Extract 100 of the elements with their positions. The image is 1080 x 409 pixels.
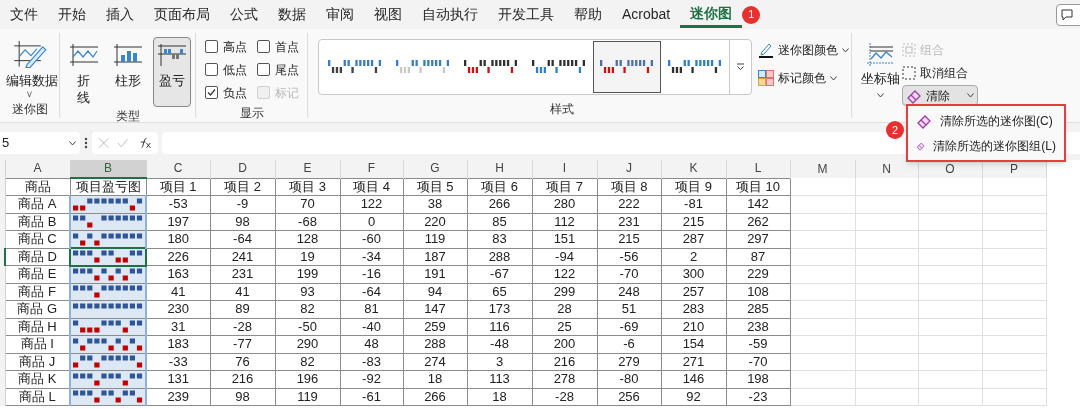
ungroup-button[interactable]: 取消组合 [902,62,978,83]
value-cell: -70 [726,353,790,371]
column-header[interactable]: D [210,160,275,178]
value-cell: 278 [532,370,597,388]
value-cell: 238 [726,318,790,336]
value-cell: 98 [210,388,275,406]
value-cell: 248 [597,283,661,301]
header-cell: 项目 10 [726,178,790,196]
value-cell: 288 [403,335,467,353]
marker-color-button[interactable]: 标记颜色 [758,67,849,89]
header-cell: 项目 2 [210,178,275,196]
value-cell: 89 [210,300,275,318]
value-cell: 2 [661,248,726,266]
value-cell: 287 [661,230,726,248]
value-cell: -33 [146,353,210,371]
header-cell: 项目盈亏图 [70,178,146,196]
checkbox[interactable] [204,63,218,76]
checkbox[interactable] [256,63,270,76]
checkbox-label: 标记 [274,84,299,102]
column-header[interactable]: M [790,160,855,178]
value-cell: -40 [340,318,403,336]
win-loss-sparkline [72,250,144,264]
header-cell: 项目 8 [597,178,661,196]
sparkline-style-drawing [668,59,722,75]
menu-tab[interactable]: 插入 [96,1,144,28]
value-cell: 51 [597,300,661,318]
win-loss-chart-icon [156,42,187,68]
column-header[interactable]: J [597,160,661,178]
checkbox-label: 高点 [222,38,247,56]
sparkline-style-drawing [328,59,382,75]
menu-tab[interactable]: 公式 [220,1,268,28]
sparkline-type-button[interactable]: 柱形 [108,37,147,107]
value-cell: 229 [726,265,790,283]
checkbox[interactable] [256,40,270,53]
value-cell: 262 [726,213,790,231]
sparkline-style-drawing [600,59,654,75]
checkbox[interactable] [204,86,218,99]
value-cell: 180 [146,230,210,248]
value-cell: 65 [467,283,532,301]
menu-tab[interactable]: 页面布局 [144,1,220,28]
menu-tab[interactable]: 数据 [268,1,316,28]
style-option[interactable] [593,41,661,93]
sparkline-type-button[interactable]: 盈亏 [152,37,191,107]
chevron-icon [967,93,974,98]
clear-dropdown-button[interactable]: 清除 [902,85,978,106]
value-cell: 87 [726,248,790,266]
column-header[interactable]: B [70,160,146,178]
value-cell: 41 [146,283,210,301]
win-loss-sparkline [72,372,144,386]
checkbox-label: 尾点 [274,61,299,79]
value-cell: 280 [532,195,597,213]
menu-tab[interactable]: 视图 [364,1,412,28]
name-box[interactable]: 5 [0,132,80,154]
column-header[interactable]: K [661,160,726,178]
axis-button[interactable]: 坐标轴 [860,39,900,118]
value-cell: -64 [210,230,275,248]
value-cell: -81 [661,195,726,213]
column-header[interactable]: C [146,160,210,178]
value-cell: 70 [275,195,340,213]
header-cell: 项目 5 [403,178,467,196]
sparkline-color-button[interactable]: 迷你图颜色 [758,39,849,61]
value-cell: 38 [403,195,467,213]
value-cell: -50 [275,318,340,336]
menu-tab[interactable]: Acrobat [612,1,681,28]
chevron-icon [830,75,837,81]
win-loss-sparkline [72,302,144,309]
checkbox[interactable] [204,40,218,53]
column-header[interactable]: H [467,160,532,178]
value-cell: 271 [661,353,726,371]
menu-tab[interactable]: 审阅 [316,1,364,28]
sparkline-cell[interactable] [70,248,146,266]
column-header[interactable]: G [403,160,467,178]
column-header[interactable]: E [275,160,340,178]
pen-color-icon [758,42,774,58]
value-cell: 19 [275,248,340,266]
value-cell: 231 [597,213,661,231]
menu-tab[interactable]: 文件 [0,1,48,28]
menu-tab[interactable]: 开发工具 [488,1,564,28]
value-cell: 266 [403,388,467,406]
sparkline-type-button[interactable]: 折线 [64,37,103,107]
edit-data-button[interactable]: 编辑数据 [5,70,58,90]
column-header[interactable]: F [340,160,403,178]
menu-item[interactable]: 清除所选的迷你图组(L) [908,133,1064,158]
value-cell: -56 [597,248,661,266]
menu-tab[interactable]: 开始 [48,1,96,28]
value-cell: 112 [532,213,597,231]
column-header[interactable]: I [532,160,597,178]
menu-tab[interactable]: 自动执行 [412,1,488,28]
checkbox-label: 首点 [274,38,299,56]
value-cell: 173 [467,300,532,318]
checkmark-icon [206,88,216,97]
column-header[interactable]: L [726,160,790,178]
menu-item[interactable]: 清除所选的迷你图(C) [908,108,1064,133]
win-loss-sparkline [72,215,144,229]
group-label: 类型 [115,108,140,125]
value-cell: 191 [403,265,467,283]
comment-button[interactable] [1056,3,1080,26]
menu-tab[interactable]: 帮助 [564,1,612,28]
ungroup-icon [902,65,916,80]
value-cell: 274 [403,353,467,371]
